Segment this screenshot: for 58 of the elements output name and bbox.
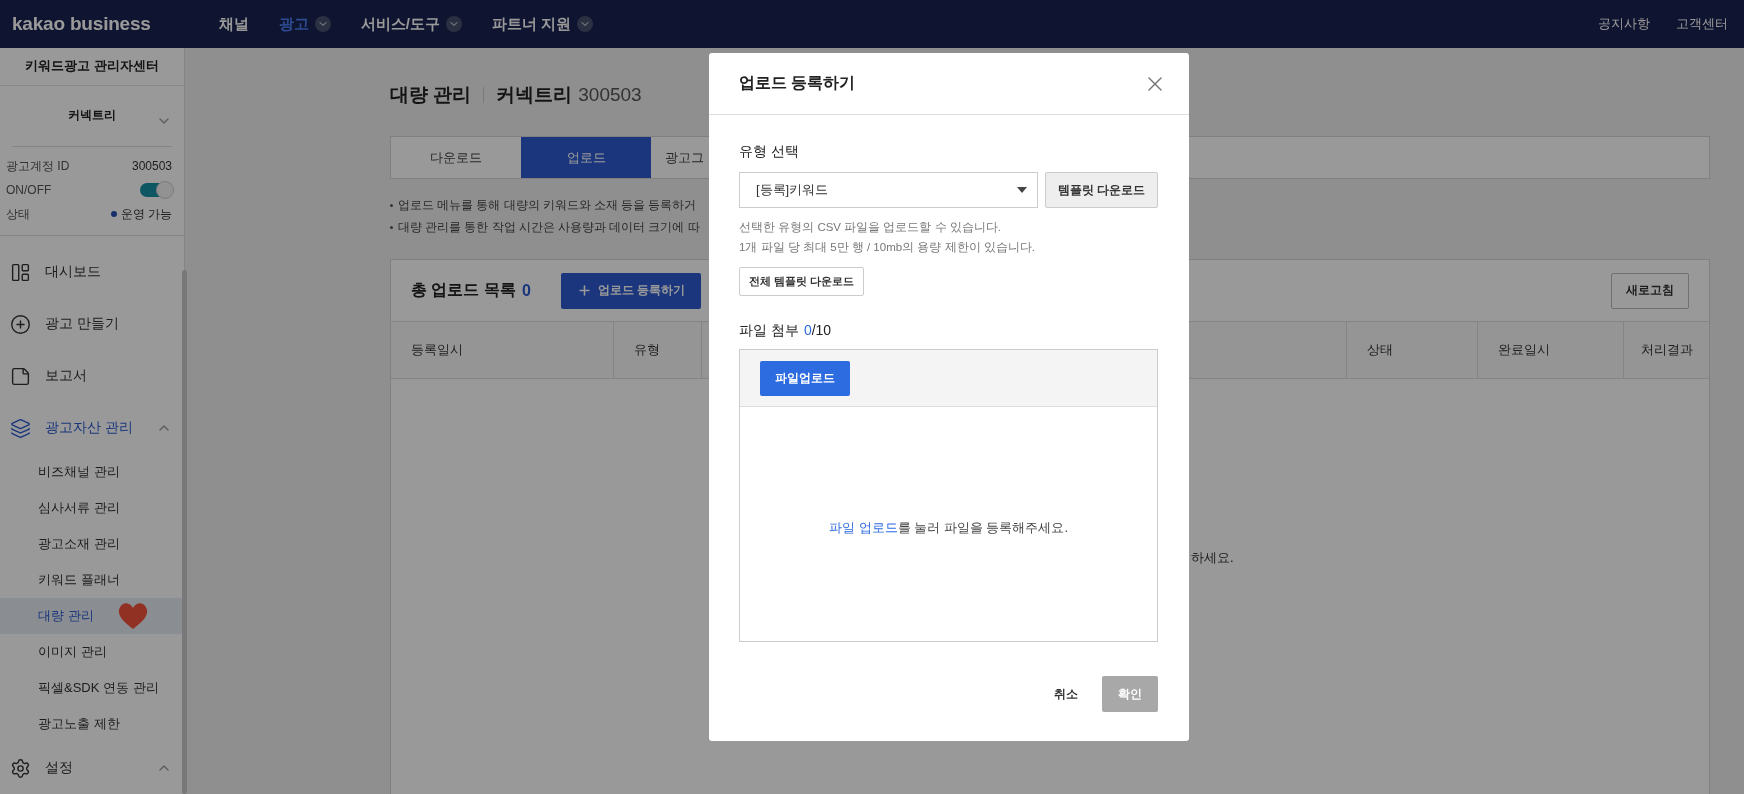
attach-label: 파일 첨부 xyxy=(739,322,799,340)
note-icon xyxy=(10,365,31,387)
column-header: 상태 xyxy=(1346,322,1477,378)
status-text: 운영 가능 xyxy=(120,205,172,223)
info-label: 상태 xyxy=(6,205,30,223)
tab[interactable]: 업로드 xyxy=(521,137,651,178)
header-link[interactable]: 고객센터 xyxy=(1676,15,1728,33)
help-text: 선택한 유형의 CSV 파일을 업로드할 수 있습니다. xyxy=(739,220,1002,235)
file-upload-button[interactable]: 파일업로드 xyxy=(760,360,850,396)
column-header: 등록일시 xyxy=(410,341,464,359)
upload-hint: 파일 업로드를 눌러 파일을 등록해주세요. xyxy=(828,519,1069,537)
settings-icon xyxy=(10,757,31,779)
dropdown-icon xyxy=(1017,187,1027,193)
column-header: 완료일시 xyxy=(1477,322,1623,378)
account-id: 300503 xyxy=(578,84,642,106)
heart-icon xyxy=(118,602,148,630)
help-text: 1개 파일 당 최대 5만 행 / 10mb의 용량 제한이 있습니다. xyxy=(739,240,1036,255)
attach-limit: /10 xyxy=(811,322,832,340)
template-download-button[interactable]: 템플릿 다운로드 xyxy=(1045,172,1158,208)
nav-item[interactable]: 파트너 지원 xyxy=(491,14,594,34)
tab[interactable]: 광고그 xyxy=(651,137,704,178)
refresh-button[interactable]: 새로고침 xyxy=(1611,272,1689,309)
note-text: 대량 관리를 통한 작업 시간은 사용량과 데이터 크기에 따 xyxy=(398,220,700,235)
info-label: ON/OFF xyxy=(6,183,52,197)
submenu-item[interactable]: 대량 관리 xyxy=(0,598,184,634)
info-label: 광고계정 ID xyxy=(6,157,70,175)
list-count: 0 xyxy=(521,281,531,300)
nav-item[interactable]: 서비스/도구 xyxy=(360,14,462,34)
field-label: 유형 선택 xyxy=(739,143,800,161)
type-select[interactable]: [등록]키워드 xyxy=(739,172,1038,208)
sidebar-title: 키워드광고 관리자센터 xyxy=(0,48,184,86)
account-select[interactable]: 커넥트리 xyxy=(12,85,172,147)
column-header: 유형 xyxy=(613,322,701,378)
page-title: 대량 관리 xyxy=(390,83,472,107)
upload-link[interactable]: 파일 업로드 xyxy=(828,520,898,535)
bullet-icon xyxy=(390,226,393,229)
note-text: 업로드 메뉴를 통해 대량의 키워드와 소재 등을 등록하거 xyxy=(398,198,697,213)
logo[interactable]: kakao business xyxy=(12,13,151,35)
list-title: 총 업로드 목록 xyxy=(411,280,516,300)
info-value: 300503 xyxy=(131,159,172,173)
attach-count: 0 xyxy=(803,322,812,340)
add-upload-button[interactable]: 업로드 등록하기 xyxy=(560,272,702,309)
toggle-switch[interactable] xyxy=(140,183,172,197)
dialog-button[interactable]: 취소 xyxy=(1046,676,1086,712)
layers-icon xyxy=(10,417,31,439)
bullet-icon xyxy=(390,204,393,207)
nav-item[interactable]: 채널 xyxy=(218,14,249,34)
account-name: 커넥트리 xyxy=(496,83,573,107)
column-header: 처리결과 xyxy=(1623,322,1709,378)
tab[interactable]: 다운로드 xyxy=(391,137,521,178)
layout-icon xyxy=(10,261,31,283)
plus-icon xyxy=(576,283,592,298)
empty-message: 하세요. xyxy=(1191,550,1234,565)
all-templates-button[interactable]: 전체 템플릿 다운로드 xyxy=(739,267,865,296)
plus-circle-icon xyxy=(10,313,31,335)
scrollbar[interactable] xyxy=(182,270,187,794)
dialog-title: 업로드 등록하기 xyxy=(739,73,857,93)
header-link[interactable]: 공지사항 xyxy=(1598,15,1650,33)
